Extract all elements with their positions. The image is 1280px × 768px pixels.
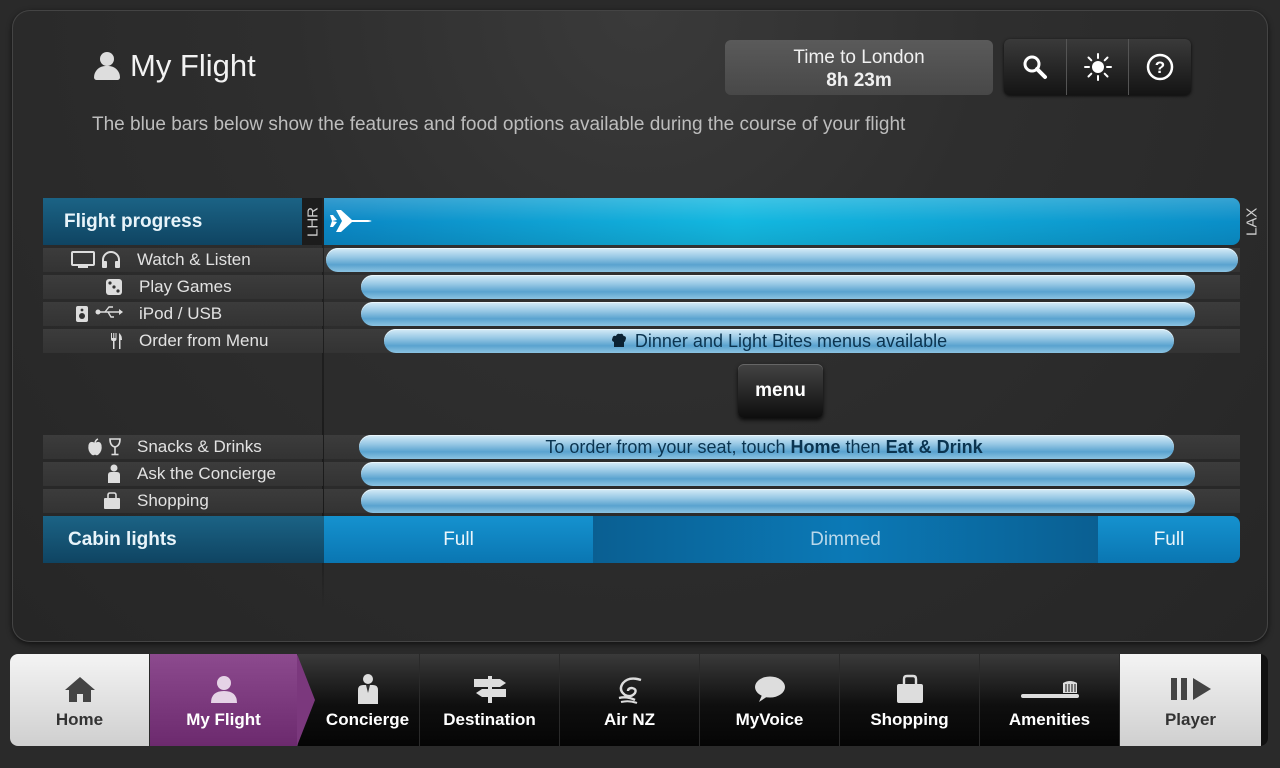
bottom-navigation: Home My Flight Concierge Destination Air…: [10, 654, 1268, 746]
nav-player-label: Player: [1164, 710, 1217, 729]
track-watch-listen: [324, 248, 1240, 272]
time-value: 8h 23m: [826, 70, 892, 91]
row-order-menu[interactable]: Order from Menu: [43, 329, 323, 353]
row-ipod-usb[interactable]: iPod / USB: [43, 302, 323, 326]
snacks-bar-bold-2: Eat & Drink: [885, 436, 983, 457]
toothbrush-icon: [1020, 681, 1079, 698]
row-label-text: Snacks & Drinks: [137, 437, 262, 456]
page-title-text: My Flight: [130, 48, 256, 83]
availability-bar-play-games: [361, 275, 1195, 299]
row-label-text: Watch & Listen: [137, 250, 251, 269]
snacks-bar-bold-1: Home: [790, 436, 841, 457]
snacks-bar-text-1: To order from your seat, touch: [545, 436, 786, 457]
concierge-icon: [357, 674, 378, 704]
nav-my-voice[interactable]: MyVoice: [700, 654, 840, 746]
availability-bar-watch-listen: [326, 248, 1238, 272]
headphones-icon: [102, 251, 120, 268]
availability-bar-ask-concierge: [361, 462, 1195, 486]
play-pause-icon: [1170, 678, 1211, 700]
row-label-text: Ask the Concierge: [137, 464, 276, 483]
availability-bar-order-menu: Dinner and Light Bites menus available: [384, 329, 1174, 353]
cabin-lights-label: Cabin lights: [43, 516, 324, 563]
nav-home[interactable]: Home: [10, 654, 150, 746]
nav-shopping[interactable]: Shopping: [840, 654, 980, 746]
toolbar: ?: [1004, 39, 1191, 95]
row-label-text: Play Games: [139, 277, 232, 296]
nav-amenities[interactable]: Amenities: [980, 654, 1120, 746]
page-title: My Flight: [92, 46, 256, 86]
cabin-lights-segment-full: Full: [324, 516, 593, 563]
nav-home-label: Home: [55, 710, 104, 729]
signpost-icon: [473, 676, 506, 703]
nav-amenities-label: Amenities: [1008, 710, 1091, 729]
active-indicator: [297, 654, 315, 746]
track-shopping: [324, 489, 1240, 513]
track-order-menu: Dinner and Light Bites menus available: [324, 329, 1240, 353]
person-icon: [92, 51, 122, 81]
destination-code: LAX: [1243, 207, 1261, 236]
time-to-destination: Time to London 8h 23m: [725, 40, 993, 95]
svg-text:?: ?: [1155, 58, 1165, 77]
track-ipod-usb: [324, 302, 1240, 326]
menu-button[interactable]: menu: [738, 364, 823, 418]
order-menu-bar-text: Dinner and Light Bites menus available: [634, 330, 948, 351]
nav-shopping-label: Shopping: [870, 710, 949, 729]
speech-bubble-icon: [754, 676, 785, 702]
nav-air-nz-label: Air NZ: [604, 710, 655, 729]
row-snacks-drinks[interactable]: Snacks & Drinks: [43, 435, 323, 459]
nav-destination-label: Destination: [443, 710, 536, 729]
person-icon: [210, 676, 237, 703]
search-icon: [1023, 55, 1047, 79]
availability-bar-snacks-drinks: To order from your seat, touch Home then…: [359, 435, 1174, 459]
dice-icon: [106, 279, 122, 295]
shopping-bag-icon: [896, 674, 923, 703]
flight-progress-bar: [324, 198, 1240, 245]
nav-concierge[interactable]: Concierge: [298, 654, 420, 746]
search-button[interactable]: [1004, 39, 1067, 95]
tv-icon: [71, 251, 95, 268]
row-play-games[interactable]: Play Games: [43, 275, 323, 299]
availability-bar-shopping: [361, 489, 1195, 513]
nav-destination[interactable]: Destination: [420, 654, 560, 746]
home-icon: [64, 677, 95, 702]
row-label-text: iPod / USB: [139, 304, 223, 323]
speaker-icon: [76, 306, 88, 322]
usb-icon: [95, 306, 123, 318]
apple-icon: [88, 438, 102, 456]
brightness-icon: [1083, 53, 1112, 81]
help-button[interactable]: ?: [1129, 39, 1191, 95]
track-ask-concierge: [324, 462, 1240, 486]
nav-concierge-label: Concierge: [325, 710, 410, 729]
nav-my-flight[interactable]: My Flight: [150, 654, 315, 746]
availability-bar-ipod-usb: [361, 302, 1195, 326]
nav-my-voice-label: MyVoice: [735, 710, 804, 729]
row-ask-concierge[interactable]: Ask the Concierge: [43, 462, 323, 486]
flight-progress-label: Flight progress: [43, 198, 304, 245]
koru-icon: [618, 677, 641, 704]
nav-air-nz[interactable]: Air NZ: [560, 654, 700, 746]
shopping-bag-icon: [104, 492, 120, 509]
row-watch-listen[interactable]: Watch & Listen: [43, 248, 323, 272]
chef-hat-icon: [611, 333, 626, 347]
origin-code: LHR: [302, 198, 324, 245]
help-icon: ?: [1146, 53, 1174, 81]
cabin-lights-segment-full-end: Full: [1098, 516, 1240, 563]
row-shopping[interactable]: Shopping: [43, 489, 323, 513]
track-snacks-drinks: To order from your seat, touch Home then…: [324, 435, 1240, 459]
plane-icon: [330, 210, 372, 232]
nav-player[interactable]: Player: [1120, 654, 1261, 746]
cutlery-icon: [111, 333, 122, 349]
track-play-games: [324, 275, 1240, 299]
concierge-icon: [108, 464, 120, 483]
brightness-button[interactable]: [1066, 39, 1130, 95]
wine-glass-icon: [109, 438, 121, 456]
page-subtitle: The blue bars below show the features an…: [92, 114, 906, 135]
cabin-lights-segment-dimmed: Dimmed: [593, 516, 1098, 563]
time-label: Time to London: [793, 47, 925, 68]
row-label-text: Order from Menu: [139, 331, 269, 350]
snacks-bar-text-2: then: [845, 436, 881, 457]
row-label-text: Shopping: [137, 491, 209, 510]
nav-my-flight-label: My Flight: [186, 710, 261, 729]
